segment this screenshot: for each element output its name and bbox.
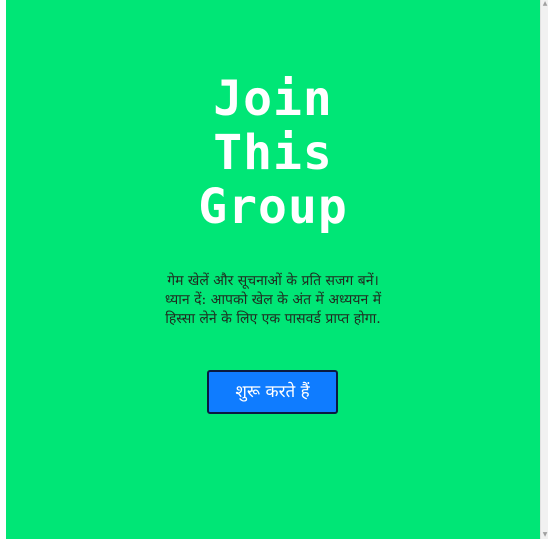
title-line-3: Group: [198, 179, 348, 235]
description-line-3: हिस्सा लेने के लिए एक पासवर्ड प्राप्त हो…: [165, 311, 381, 327]
scroll-up-arrow-icon[interactable]: ▲: [542, 0, 548, 8]
join-group-panel: Join This Group गेम खेलें और सूचनाओं के …: [6, 0, 540, 539]
description-line-1: गेम खेलें और सूचनाओं के प्रति सजग बनें।: [167, 273, 379, 289]
page-title: Join This Group: [6, 72, 540, 234]
title-line-2: This: [213, 125, 333, 181]
scroll-down-arrow-icon[interactable]: ▼: [542, 531, 548, 539]
title-line-1: Join: [213, 71, 333, 127]
vertical-scrollbar[interactable]: ▲ ▼: [540, 0, 548, 539]
start-button[interactable]: शुरू करते हैं: [207, 370, 338, 414]
page: Join This Group गेम खेलें और सूचनाओं के …: [0, 0, 548, 539]
description-line-2: ध्यान दें: आपको खेल के अंत में अध्ययन मे…: [164, 292, 382, 308]
description-text: गेम खेलें और सूचनाओं के प्रति सजग बनें। …: [6, 272, 540, 329]
